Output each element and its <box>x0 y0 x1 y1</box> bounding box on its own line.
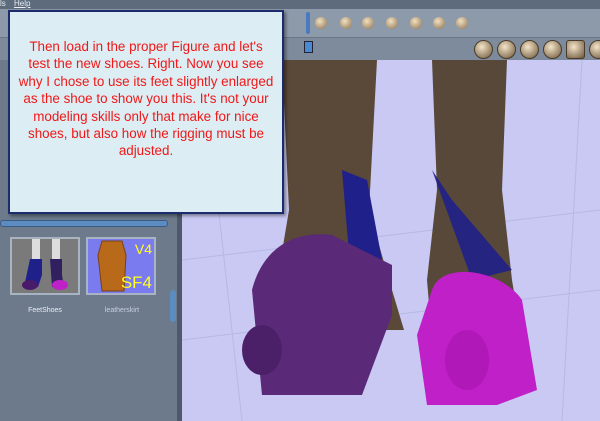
joint-icon[interactable] <box>433 17 445 29</box>
translate-icon[interactable] <box>497 40 516 59</box>
library-item-label: FeetShoes <box>28 307 62 314</box>
menu-item-help[interactable]: Help <box>14 0 30 8</box>
menu-bar: ls Help <box>0 0 600 9</box>
toolbar-grip[interactable] <box>306 12 310 34</box>
morph-icon[interactable] <box>386 17 398 29</box>
tutorial-callout: Then load in the proper Figure and let's… <box>8 10 284 214</box>
pose-icon[interactable] <box>456 17 468 29</box>
menu-item-windows[interactable]: ls <box>0 0 6 8</box>
library-item-leatherskirt[interactable]: V4 SF4 <box>86 237 156 295</box>
library-item-feetshoes[interactable] <box>10 237 80 295</box>
move-icon[interactable] <box>474 40 493 59</box>
badge-sf4: SF4 <box>120 273 152 292</box>
rotate-icon[interactable] <box>543 40 562 59</box>
library-item-label: leatherskirt <box>104 307 140 314</box>
tool-icon[interactable] <box>315 17 327 29</box>
zoom-icon[interactable] <box>520 40 539 59</box>
badge-v4: V4 <box>134 241 152 257</box>
dropdown-button[interactable] <box>304 41 313 53</box>
library-scrollbar[interactable] <box>0 220 168 227</box>
callout-text: Then load in the proper Figure and let's… <box>18 39 274 159</box>
frame-icon[interactable] <box>566 40 585 59</box>
material-icon[interactable] <box>362 17 374 29</box>
feet-thumbnail <box>22 239 68 290</box>
panel-scrollbar[interactable] <box>170 290 176 322</box>
cube-icon[interactable] <box>410 17 422 29</box>
light-icon[interactable] <box>340 17 352 29</box>
